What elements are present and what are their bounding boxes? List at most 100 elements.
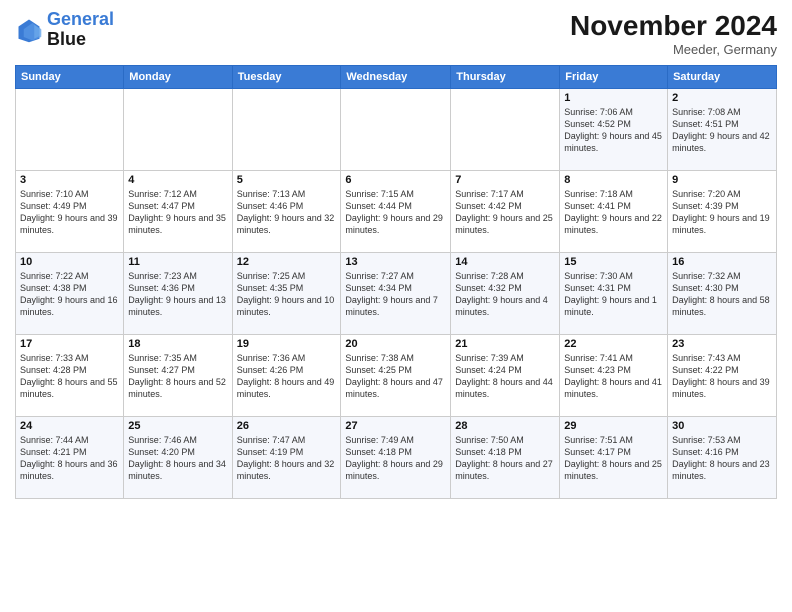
calendar-cell: 8 Sunrise: 7:18 AM Sunset: 4:41 PM Daylig… — [560, 171, 668, 253]
calendar-cell: 10 Sunrise: 7:22 AM Sunset: 4:38 PM Dayli… — [16, 253, 124, 335]
calendar-cell — [124, 89, 232, 171]
day-number: 20 — [345, 338, 446, 350]
calendar-cell — [232, 89, 341, 171]
day-info: Sunrise: 7:13 AM Sunset: 4:46 PM Dayligh… — [237, 188, 337, 237]
calendar-cell: 2 Sunrise: 7:08 AM Sunset: 4:51 PM Daylig… — [668, 89, 777, 171]
calendar-cell: 24 Sunrise: 7:44 AM Sunset: 4:21 PM Dayli… — [16, 417, 124, 499]
day-number: 7 — [455, 174, 555, 186]
day-info: Sunrise: 7:27 AM Sunset: 4:34 PM Dayligh… — [345, 270, 446, 319]
day-info: Sunrise: 7:22 AM Sunset: 4:38 PM Dayligh… — [20, 270, 119, 319]
day-info: Sunrise: 7:33 AM Sunset: 4:28 PM Dayligh… — [20, 352, 119, 401]
day-number: 18 — [128, 338, 227, 350]
calendar-cell: 13Sunrise: 7:27 AM Sunset: 4:34 PM Dayli… — [341, 253, 451, 335]
day-number: 30 — [672, 420, 772, 432]
day-number: 10 — [20, 256, 119, 268]
day-info: Sunrise: 7:43 AM Sunset: 4:22 PM Dayligh… — [672, 352, 772, 401]
day-info: Sunrise: 7:10 AM Sunset: 4:49 PM Dayligh… — [20, 188, 119, 237]
calendar-cell: 30 Sunrise: 7:53 AM Sunset: 4:16 PM Dayli… — [668, 417, 777, 499]
day-number: 24 — [20, 420, 119, 432]
day-info: Sunrise: 7:53 AM Sunset: 4:16 PM Dayligh… — [672, 434, 772, 483]
day-number: 19 — [237, 338, 337, 350]
day-info: Sunrise: 7:08 AM Sunset: 4:51 PM Dayligh… — [672, 106, 772, 155]
day-number: 17 — [20, 338, 119, 350]
calendar-cell: 14 Sunrise: 7:28 AM Sunset: 4:32 PM Dayli… — [451, 253, 560, 335]
day-number: 11 — [128, 256, 227, 268]
day-info: Sunrise: 7:39 AM Sunset: 4:24 PM Dayligh… — [455, 352, 555, 401]
calendar-cell: 26 Sunrise: 7:47 AM Sunset: 4:19 PM Dayli… — [232, 417, 341, 499]
day-info: Sunrise: 7:30 AM Sunset: 4:31 PM Dayligh… — [564, 270, 663, 319]
day-info: Sunrise: 7:51 AM Sunset: 4:17 PM Dayligh… — [564, 434, 663, 483]
calendar-cell: 17 Sunrise: 7:33 AM Sunset: 4:28 PM Dayli… — [16, 335, 124, 417]
day-info: Sunrise: 7:50 AM Sunset: 4:18 PM Dayligh… — [455, 434, 555, 483]
day-number: 28 — [455, 420, 555, 432]
calendar-cell: 28 Sunrise: 7:50 AM Sunset: 4:18 PM Dayli… — [451, 417, 560, 499]
calendar-cell: 9 Sunrise: 7:20 AM Sunset: 4:39 PM Daylig… — [668, 171, 777, 253]
calendar-cell: 11 Sunrise: 7:23 AM Sunset: 4:36 PM Dayli… — [124, 253, 232, 335]
day-info: Sunrise: 7:23 AM Sunset: 4:36 PM Dayligh… — [128, 270, 227, 319]
day-info: Sunrise: 7:28 AM Sunset: 4:32 PM Dayligh… — [455, 270, 555, 319]
calendar-cell: 20Sunrise: 7:38 AM Sunset: 4:25 PM Dayli… — [341, 335, 451, 417]
day-info: Sunrise: 7:47 AM Sunset: 4:19 PM Dayligh… — [237, 434, 337, 483]
calendar-cell: 15 Sunrise: 7:30 AM Sunset: 4:31 PM Dayli… — [560, 253, 668, 335]
logo: General Blue — [15, 10, 114, 50]
day-number: 5 — [237, 174, 337, 186]
day-number: 4 — [128, 174, 227, 186]
month-title: November 2024 — [570, 10, 777, 42]
week-row-1: 1 Sunrise: 7:06 AM Sunset: 4:52 PM Daylig… — [16, 89, 777, 171]
header-sunday: Sunday — [16, 66, 124, 89]
day-number: 14 — [455, 256, 555, 268]
logo-line2: Blue — [47, 30, 114, 50]
week-row-2: 3 Sunrise: 7:10 AM Sunset: 4:49 PM Daylig… — [16, 171, 777, 253]
day-number: 8 — [564, 174, 663, 186]
page: General Blue November 2024 Meeder, Germa… — [0, 0, 792, 612]
day-number: 29 — [564, 420, 663, 432]
header-saturday: Saturday — [668, 66, 777, 89]
logo-line1: General — [47, 9, 114, 29]
calendar-cell: 3 Sunrise: 7:10 AM Sunset: 4:49 PM Daylig… — [16, 171, 124, 253]
day-number: 26 — [237, 420, 337, 432]
header: General Blue November 2024 Meeder, Germa… — [15, 10, 777, 57]
day-info: Sunrise: 7:44 AM Sunset: 4:21 PM Dayligh… — [20, 434, 119, 483]
day-number: 3 — [20, 174, 119, 186]
day-info: Sunrise: 7:18 AM Sunset: 4:41 PM Dayligh… — [564, 188, 663, 237]
day-number: 9 — [672, 174, 772, 186]
day-info: Sunrise: 7:20 AM Sunset: 4:39 PM Dayligh… — [672, 188, 772, 237]
calendar-cell: 22Sunrise: 7:41 AM Sunset: 4:23 PM Dayli… — [560, 335, 668, 417]
day-info: Sunrise: 7:17 AM Sunset: 4:42 PM Dayligh… — [455, 188, 555, 237]
day-number: 12 — [237, 256, 337, 268]
calendar-cell — [16, 89, 124, 171]
calendar-cell: 4Sunrise: 7:12 AM Sunset: 4:47 PM Daylig… — [124, 171, 232, 253]
calendar-cell: 5 Sunrise: 7:13 AM Sunset: 4:46 PM Daylig… — [232, 171, 341, 253]
day-info: Sunrise: 7:25 AM Sunset: 4:35 PM Dayligh… — [237, 270, 337, 319]
day-number: 16 — [672, 256, 772, 268]
day-number: 23 — [672, 338, 772, 350]
calendar-cell: 21Sunrise: 7:39 AM Sunset: 4:24 PM Dayli… — [451, 335, 560, 417]
week-row-5: 24 Sunrise: 7:44 AM Sunset: 4:21 PM Dayli… — [16, 417, 777, 499]
day-number: 2 — [672, 92, 772, 104]
header-monday: Monday — [124, 66, 232, 89]
calendar-header-row: Sunday Monday Tuesday Wednesday Thursday… — [16, 66, 777, 89]
location: Meeder, Germany — [570, 42, 777, 57]
calendar-cell: 27 Sunrise: 7:49 AM Sunset: 4:18 PM Dayli… — [341, 417, 451, 499]
day-info: Sunrise: 7:49 AM Sunset: 4:18 PM Dayligh… — [345, 434, 446, 483]
calendar-cell: 6Sunrise: 7:15 AM Sunset: 4:44 PM Daylig… — [341, 171, 451, 253]
day-number: 1 — [564, 92, 663, 104]
day-number: 15 — [564, 256, 663, 268]
calendar-cell: 25Sunrise: 7:46 AM Sunset: 4:20 PM Dayli… — [124, 417, 232, 499]
day-info: Sunrise: 7:36 AM Sunset: 4:26 PM Dayligh… — [237, 352, 337, 401]
header-thursday: Thursday — [451, 66, 560, 89]
day-number: 6 — [345, 174, 446, 186]
logo-text: General Blue — [47, 10, 114, 50]
calendar-cell: 7 Sunrise: 7:17 AM Sunset: 4:42 PM Daylig… — [451, 171, 560, 253]
day-number: 27 — [345, 420, 446, 432]
calendar-cell: 18Sunrise: 7:35 AM Sunset: 4:27 PM Dayli… — [124, 335, 232, 417]
title-section: November 2024 Meeder, Germany — [570, 10, 777, 57]
calendar-cell: 1 Sunrise: 7:06 AM Sunset: 4:52 PM Daylig… — [560, 89, 668, 171]
header-wednesday: Wednesday — [341, 66, 451, 89]
calendar-cell — [451, 89, 560, 171]
week-row-3: 10 Sunrise: 7:22 AM Sunset: 4:38 PM Dayli… — [16, 253, 777, 335]
day-number: 22 — [564, 338, 663, 350]
day-info: Sunrise: 7:06 AM Sunset: 4:52 PM Dayligh… — [564, 106, 663, 155]
header-friday: Friday — [560, 66, 668, 89]
calendar-cell: 12 Sunrise: 7:25 AM Sunset: 4:35 PM Dayli… — [232, 253, 341, 335]
